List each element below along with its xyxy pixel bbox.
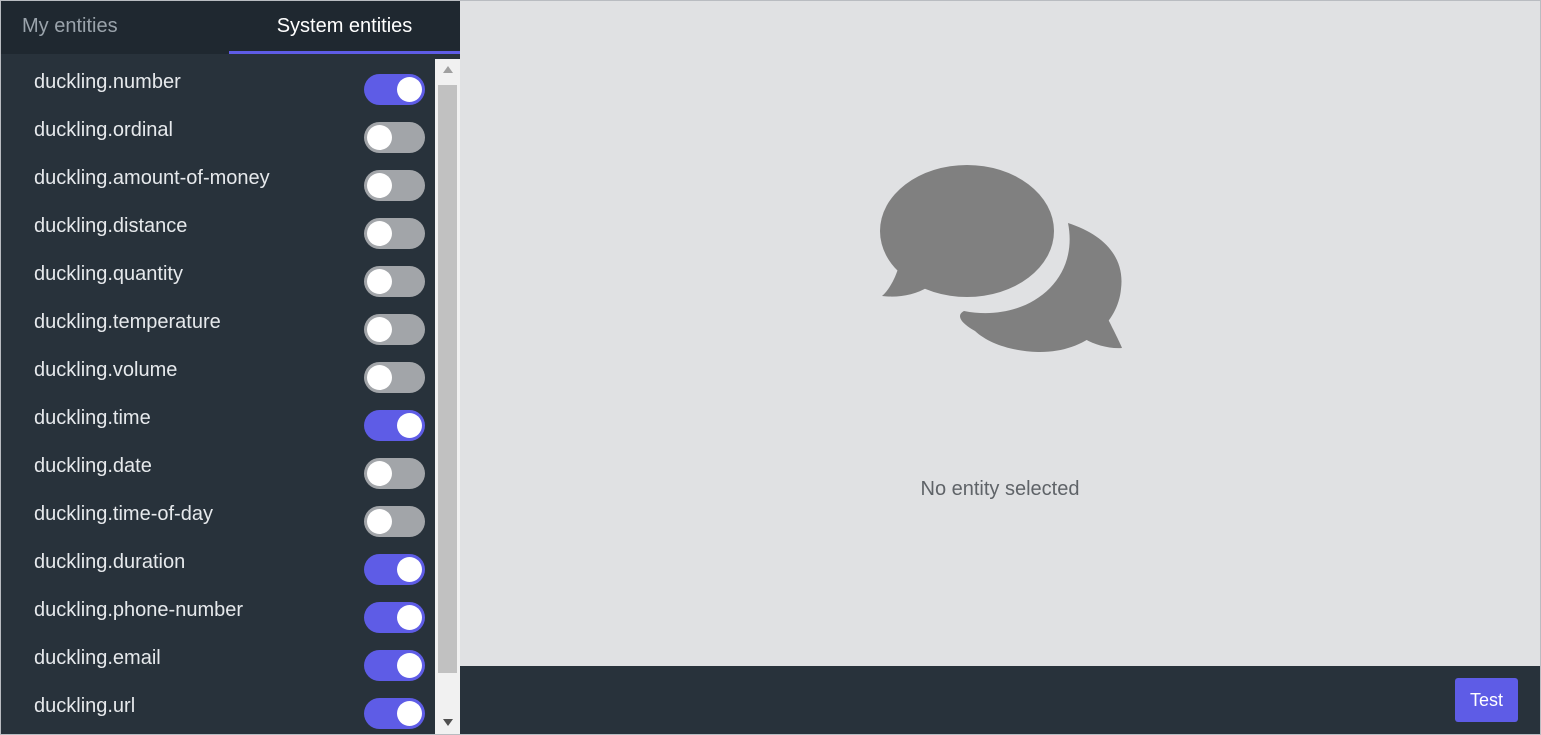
entity-toggle[interactable]	[364, 602, 425, 633]
entity-row: duckling.time-of-day	[1, 491, 435, 539]
entity-name-label: duckling.time	[34, 407, 151, 429]
toggle-knob	[367, 125, 392, 150]
entity-toggle[interactable]	[364, 554, 425, 585]
toggle-knob	[397, 653, 422, 678]
entity-toggle[interactable]	[364, 410, 425, 441]
entity-toggle[interactable]	[364, 506, 425, 537]
entity-row: duckling.volume	[1, 347, 435, 395]
entity-name-label: duckling.time-of-day	[34, 503, 213, 525]
entity-row: duckling.temperature	[1, 299, 435, 347]
entity-name-label: duckling.temperature	[34, 311, 221, 333]
entity-toggle[interactable]	[364, 314, 425, 345]
entity-toggle[interactable]	[364, 698, 425, 729]
toggle-knob	[367, 509, 392, 534]
entity-name-label: duckling.email	[34, 647, 161, 669]
toggle-knob	[397, 557, 422, 582]
entity-row: duckling.email	[1, 635, 435, 683]
entity-row: duckling.date	[1, 443, 435, 491]
toggle-knob	[397, 413, 422, 438]
footer-bar: Test	[460, 666, 1540, 734]
system-entity-list: duckling.number duckling.ordinal duckling.…	[1, 54, 435, 734]
entity-row: duckling.duration	[1, 539, 435, 587]
tab-system-entities[interactable]: System entities	[229, 1, 460, 54]
entity-name-label: duckling.quantity	[34, 263, 183, 285]
entity-toggle[interactable]	[364, 74, 425, 105]
toggle-knob	[367, 269, 392, 294]
entity-toggle[interactable]	[364, 170, 425, 201]
chat-bubbles-icon	[880, 163, 1125, 360]
entity-toggle[interactable]	[364, 650, 425, 681]
entities-sidebar: My entities System entities duckling.num…	[1, 1, 460, 734]
entity-row: duckling.ordinal	[1, 107, 435, 155]
entity-name-label: duckling.distance	[34, 215, 188, 237]
entity-toggle[interactable]	[364, 458, 425, 489]
toggle-knob	[367, 365, 392, 390]
entity-row: duckling.url	[1, 683, 435, 731]
entity-row: duckling.quantity	[1, 251, 435, 299]
toggle-knob	[367, 461, 392, 486]
test-button[interactable]: Test	[1455, 678, 1518, 722]
toggle-knob	[397, 77, 422, 102]
entity-name-label: duckling.volume	[34, 359, 178, 381]
scroll-thumb[interactable]	[438, 85, 457, 673]
entity-name-label: duckling.url	[34, 695, 136, 717]
entity-row: duckling.phone-number	[1, 587, 435, 635]
scroll-down-arrow-icon[interactable]	[435, 712, 460, 734]
entity-name-label: duckling.duration	[34, 551, 186, 573]
entity-row: duckling.time	[1, 395, 435, 443]
entity-name-label: duckling.number	[34, 71, 181, 93]
entity-row: duckling.amount-of-money	[1, 155, 435, 203]
list-scrollbar[interactable]	[435, 59, 460, 734]
entity-toggle[interactable]	[364, 122, 425, 153]
toggle-knob	[367, 317, 392, 342]
entity-name-label: duckling.amount-of-money	[34, 167, 270, 189]
entity-row: duckling.number	[1, 59, 435, 107]
entity-name-label: duckling.ordinal	[34, 119, 173, 141]
toggle-knob	[397, 701, 422, 726]
toggle-knob	[367, 221, 392, 246]
entity-toggle[interactable]	[364, 362, 425, 393]
empty-state-message: No entity selected	[920, 478, 1080, 500]
entities-app: My entities System entities duckling.num…	[0, 0, 1541, 735]
toggle-knob	[397, 605, 422, 630]
entity-toggle[interactable]	[364, 218, 425, 249]
toggle-knob	[367, 173, 392, 198]
entity-toggle[interactable]	[364, 266, 425, 297]
entity-row: duckling.distance	[1, 203, 435, 251]
entity-detail-panel: No entity selected	[460, 1, 1540, 666]
scroll-up-arrow-icon[interactable]	[435, 59, 460, 81]
tab-my-entities[interactable]: My entities	[1, 1, 231, 54]
entity-tabs: My entities System entities	[1, 1, 460, 54]
entity-name-label: duckling.phone-number	[34, 599, 244, 621]
entity-name-label: duckling.date	[34, 455, 152, 477]
